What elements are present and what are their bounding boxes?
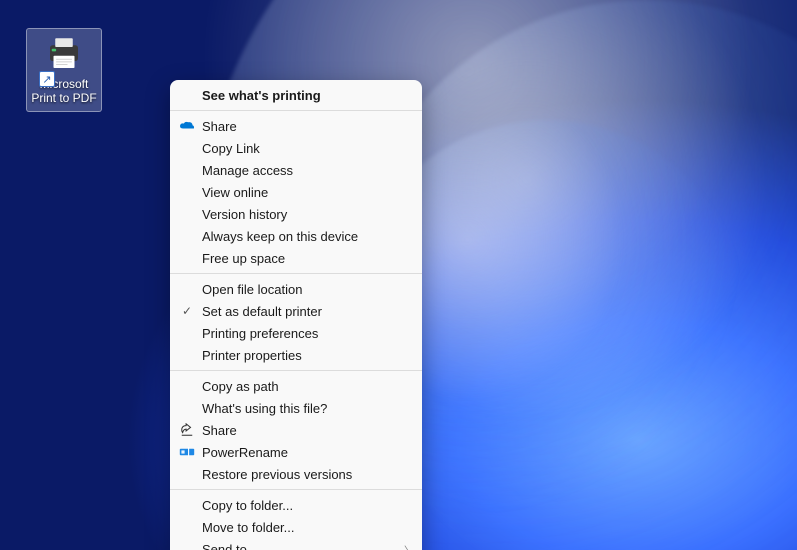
menu-view-online[interactable]: View online (170, 181, 422, 203)
menu-separator (170, 489, 422, 490)
printer-icon (43, 33, 85, 75)
menu-separator (170, 110, 422, 111)
menu-always-keep[interactable]: Always keep on this device (170, 225, 422, 247)
menu-free-up-space[interactable]: Free up space (170, 247, 422, 269)
menu-set-default-printer[interactable]: ✓ Set as default printer (170, 300, 422, 322)
menu-printer-properties[interactable]: Printer properties (170, 344, 422, 366)
powerrename-icon (176, 446, 198, 458)
context-menu: See what's printing Share Copy Link Mana… (170, 80, 422, 550)
menu-copy-as-path[interactable]: Copy as path (170, 375, 422, 397)
menu-open-file-location[interactable]: Open file location (170, 278, 422, 300)
desktop-icon-printer[interactable]: ↗ Microsoft Print to PDF (26, 28, 102, 112)
chevron-right-icon: 〉 (404, 542, 414, 550)
shortcut-overlay-icon: ↗ (39, 71, 55, 87)
menu-move-to-folder[interactable]: Move to folder... (170, 516, 422, 538)
menu-copy-to-folder[interactable]: Copy to folder... (170, 494, 422, 516)
menu-restore-versions[interactable]: Restore previous versions (170, 463, 422, 485)
menu-copy-link[interactable]: Copy Link (170, 137, 422, 159)
share-icon (176, 423, 198, 437)
menu-separator (170, 273, 422, 274)
menu-powerrename[interactable]: PowerRename (170, 441, 422, 463)
menu-printing-preferences[interactable]: Printing preferences (170, 322, 422, 344)
menu-separator (170, 370, 422, 371)
menu-whats-using[interactable]: What's using this file? (170, 397, 422, 419)
check-icon: ✓ (176, 304, 198, 318)
menu-share[interactable]: Share (170, 419, 422, 441)
menu-onedrive-share[interactable]: Share (170, 115, 422, 137)
menu-send-to[interactable]: Send to 〉 (170, 538, 422, 550)
menu-version-history[interactable]: Version history (170, 203, 422, 225)
menu-manage-access[interactable]: Manage access (170, 159, 422, 181)
menu-see-whats-printing[interactable]: See what's printing (170, 84, 422, 106)
onedrive-icon (176, 121, 198, 131)
